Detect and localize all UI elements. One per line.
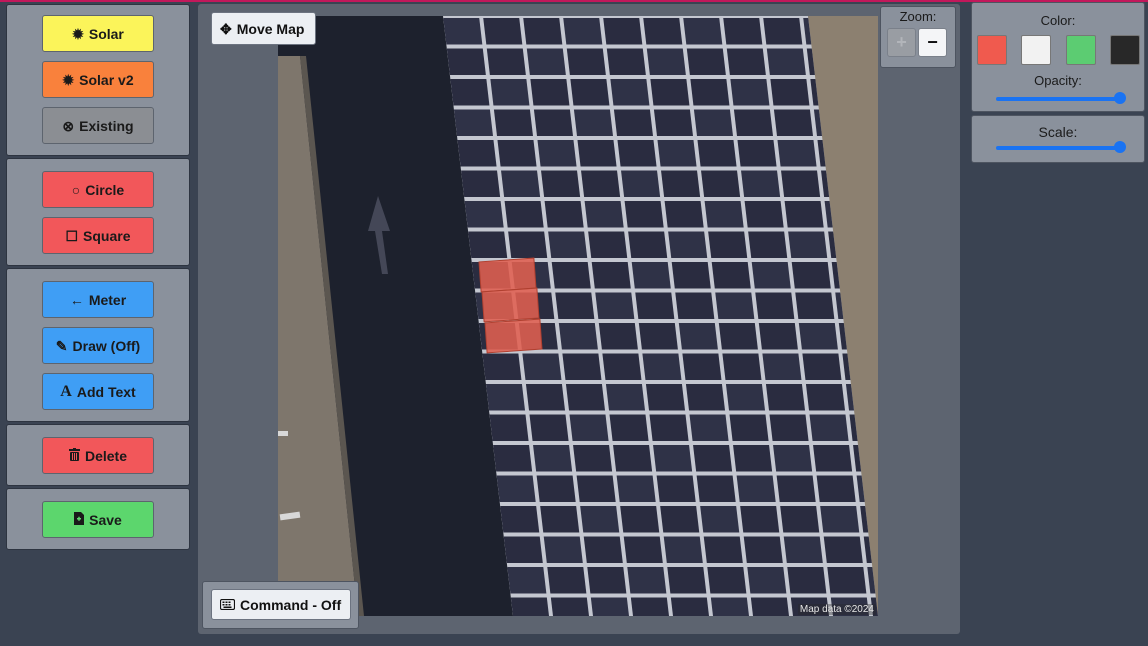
solar-v2-button[interactable]: ✹ Solar v2 [42, 61, 154, 98]
solar-v2-button-label: Solar v2 [79, 71, 134, 88]
scale-panel: Scale: [971, 115, 1145, 163]
move-map-label: Move Map [236, 20, 305, 37]
x-circle-icon: ⊗ [62, 117, 75, 134]
circle-button[interactable]: ○ Circle [42, 171, 154, 208]
circle-button-label: Circle [85, 181, 125, 198]
save-button[interactable]: Save [42, 501, 154, 538]
sun-icon: ✹ [62, 71, 75, 88]
color-panel: Color: Opacity: [971, 2, 1145, 112]
meter-button-label: Meter [88, 291, 127, 308]
placed-panel-marker[interactable] [481, 287, 540, 323]
square-icon: ☐ [65, 227, 79, 244]
scale-label: Scale: [1038, 124, 1078, 140]
placed-panel-markers [478, 257, 543, 354]
color-swatch-red[interactable] [977, 35, 1007, 65]
save-file-icon [74, 512, 85, 527]
text-icon: A [60, 382, 72, 400]
solar-button[interactable]: ✹ Solar [42, 15, 154, 52]
square-button-label: Square [83, 227, 131, 244]
map-attribution: Map data ©2024 [797, 604, 876, 615]
circle-icon: ○ [71, 181, 81, 198]
zoom-in-button[interactable]: + [887, 28, 916, 57]
save-button-label: Save [89, 511, 122, 528]
zoom-label: Zoom: [899, 9, 937, 24]
placed-panel-marker[interactable] [478, 257, 537, 293]
delete-button[interactable]: Delete [42, 437, 154, 474]
trash-icon [68, 448, 80, 463]
toolbar-group-shapes: ○ Circle ☐ Square [6, 158, 190, 266]
satellite-map[interactable]: Map data ©2024 [278, 16, 878, 616]
existing-button[interactable]: ⊗ Existing [42, 107, 154, 144]
color-swatch-black[interactable] [1110, 35, 1140, 65]
draw-button[interactable]: ✎ Draw (Off) [42, 327, 154, 364]
existing-button-label: Existing [79, 117, 134, 134]
toolbar-group-solar: ✹ Solar ✹ Solar v2 ⊗ Existing [6, 4, 190, 156]
delete-button-label: Delete [84, 447, 128, 464]
meter-button[interactable]: ← Meter [42, 281, 154, 318]
add-text-button-label: Add Text [76, 383, 136, 400]
placed-panel-marker[interactable] [484, 318, 543, 354]
color-label: Color: [1040, 13, 1076, 28]
zoom-control: Zoom: + − [880, 6, 956, 68]
keyboard-icon [219, 598, 236, 612]
solar-button-label: Solar [88, 25, 124, 42]
draw-button-label: Draw (Off) [72, 337, 141, 354]
toolbar-group-save: Save [6, 488, 190, 550]
arrow-left-icon: ← [69, 291, 84, 308]
pencil-icon: ✎ [55, 337, 68, 354]
opacity-slider[interactable] [996, 92, 1126, 104]
move-arrows-icon: ✥ [220, 20, 232, 37]
opacity-slider-handle[interactable] [1114, 92, 1126, 104]
left-toolbar: ✹ Solar ✹ Solar v2 ⊗ Existing ○ Circle ☐… [6, 4, 190, 552]
command-toggle-button[interactable]: Command - Off [211, 589, 351, 620]
color-swatch-white[interactable] [1021, 35, 1051, 65]
map-imagery [278, 16, 878, 616]
move-map-button[interactable]: ✥ Move Map [211, 12, 316, 45]
zoom-out-button[interactable]: − [918, 28, 947, 57]
toolbar-group-delete: Delete [6, 424, 190, 486]
add-text-button[interactable]: A Add Text [42, 373, 154, 410]
square-button[interactable]: ☐ Square [42, 217, 154, 254]
sun-icon: ✹ [72, 25, 84, 42]
toolbar-group-tools: ← Meter ✎ Draw (Off) A Add Text [6, 268, 190, 422]
scale-slider[interactable] [996, 141, 1126, 153]
command-label: Command - Off [240, 596, 342, 613]
opacity-label: Opacity: [1034, 73, 1082, 88]
scale-slider-handle[interactable] [1114, 141, 1126, 153]
color-swatch-green[interactable] [1066, 35, 1096, 65]
